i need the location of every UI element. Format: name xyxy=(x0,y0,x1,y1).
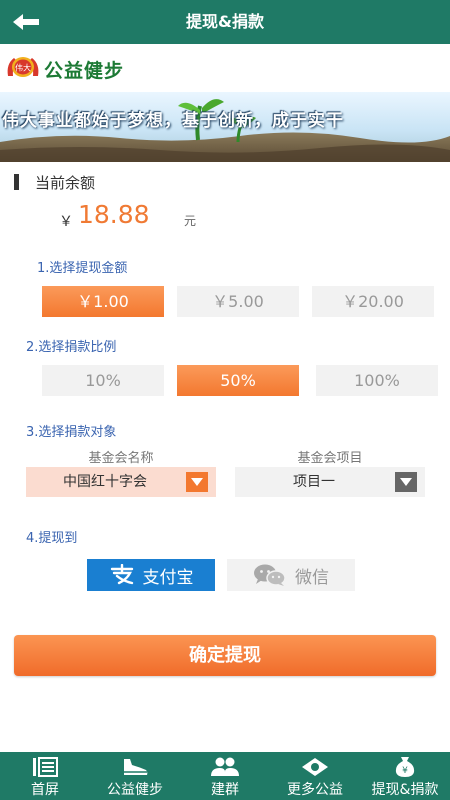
balance-section-header: 当前余额 xyxy=(14,172,95,192)
nav-label-withdraw: 提现&捐款 xyxy=(371,782,439,798)
section-marker xyxy=(14,174,19,190)
donation-target-label: 3.选择捐款对象 xyxy=(26,425,117,440)
donation-ratio-label: 2.选择捐款比例 xyxy=(26,340,117,355)
chevron-down-icon xyxy=(186,472,208,492)
logo-emblem-icon: 伟大 xyxy=(7,57,39,77)
home-list-icon xyxy=(32,756,58,778)
nav-label-walk: 公益健步 xyxy=(107,782,163,798)
withdraw-option-20[interactable]: ￥20.00 xyxy=(312,286,434,317)
alipay-label: 支付宝 xyxy=(142,567,194,588)
payout-label: 4.提现到 xyxy=(26,531,78,546)
withdraw-option-1[interactable]: ￥1.00 xyxy=(42,286,164,317)
shoe-icon xyxy=(121,756,149,778)
wechat-button[interactable]: 微信 xyxy=(227,559,355,591)
wechat-icon xyxy=(253,563,287,587)
chevron-down-icon xyxy=(395,472,417,492)
nav-label-more: 更多公益 xyxy=(287,782,343,798)
balance-title: 当前余额 xyxy=(35,173,96,192)
foundation-name-header: 基金会名称 xyxy=(88,451,154,466)
withdraw-option-5[interactable]: ￥5.00 xyxy=(177,286,299,317)
balance-currency: ￥ xyxy=(59,214,73,230)
balance-value: 18.88 xyxy=(78,200,150,229)
alipay-icon xyxy=(109,564,135,586)
nav-label-home: 首屏 xyxy=(31,782,59,798)
logo-text: 公益健步 xyxy=(44,60,125,82)
foundation-project-header: 基金会项目 xyxy=(297,451,363,466)
more-icon xyxy=(301,756,329,778)
foundation-name-select[interactable]: 中国红十字会 xyxy=(26,467,216,497)
banner: 伟大事业都始于梦想，基于创新，成于实干 xyxy=(0,92,450,162)
nav-item-more[interactable]: 更多公益 xyxy=(270,752,360,800)
group-icon xyxy=(210,756,240,778)
nav-item-home[interactable]: 首屏 xyxy=(0,752,90,800)
nav-item-walk[interactable]: 公益健步 xyxy=(90,752,180,800)
withdraw-amount-label: 1.选择提现金额 xyxy=(37,261,128,276)
ratio-option-10[interactable]: 10% xyxy=(42,365,164,396)
wallet-icon: ¥ xyxy=(393,756,417,778)
nav-item-group[interactable]: 建群 xyxy=(180,752,270,800)
nav-label-group: 建群 xyxy=(211,782,239,798)
ratio-option-100[interactable]: 100% xyxy=(316,365,438,396)
page-title: 提现&捐款 xyxy=(186,12,264,31)
alipay-button[interactable]: 支付宝 xyxy=(87,559,215,591)
logo-emblem-text: 伟大 xyxy=(15,63,31,73)
confirm-withdraw-button[interactable]: 确定提现 xyxy=(14,635,436,676)
banner-slogan: 伟大事业都始于梦想，基于创新，成于实干 xyxy=(2,111,344,131)
bottom-nav: 首屏 公益健步 建群 更多公益 ¥ 提现&捐款 xyxy=(0,752,450,800)
svg-text:¥: ¥ xyxy=(402,766,408,776)
top-bar: 提现&捐款 xyxy=(0,0,450,44)
foundation-name-value: 中国红十字会 xyxy=(63,474,147,490)
nav-item-withdraw[interactable]: ¥ 提现&捐款 xyxy=(360,752,450,800)
ratio-option-50[interactable]: 50% xyxy=(177,365,299,396)
wechat-label: 微信 xyxy=(295,567,329,588)
foundation-project-value: 项目一 xyxy=(293,474,335,490)
balance-unit: 元 xyxy=(184,214,197,228)
foundation-project-select[interactable]: 项目一 xyxy=(235,467,425,497)
